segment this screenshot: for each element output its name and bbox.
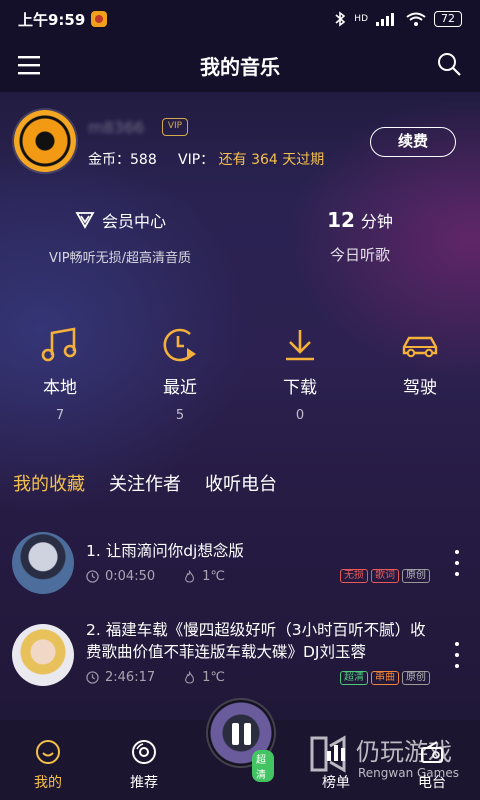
member-center-label: 会员中心 [101, 212, 166, 231]
song-tags: 超清 串曲 原创 [340, 671, 430, 685]
avatar[interactable] [14, 110, 76, 172]
download-icon [286, 330, 314, 361]
page-title: 我的音乐 [200, 54, 280, 79]
quick-access: 本地 7 最近 5 下载 0 驾驶 [0, 325, 480, 435]
vip-days: 364 [251, 152, 278, 168]
smile-icon [36, 740, 60, 764]
quick-item-label: 驾驶 [403, 378, 437, 398]
flame-icon [185, 670, 195, 683]
listen-minutes: 12 [327, 208, 355, 232]
coins-balance: 金币：588 [88, 149, 157, 169]
clock-play-icon [163, 328, 196, 362]
pause-icon [232, 723, 252, 745]
chart-icon [327, 745, 345, 761]
quick-item-label: 最近 [163, 378, 197, 398]
player-quality-badge: 超清 [252, 750, 274, 782]
clock-icon [86, 570, 99, 583]
song-cover [12, 624, 74, 686]
bluetooth-icon [335, 11, 346, 27]
song-list-item[interactable]: 2. 福建车载《慢四超级好听（3小时百听不腻）收费歌曲价值不菲连版车载大碟》DJ… [0, 618, 480, 696]
disc-icon [132, 740, 156, 764]
member-center-subtitle: VIP畅听无损/超高清音质 [49, 251, 191, 266]
nav-recommend[interactable]: 推荐 [104, 738, 184, 792]
stats-section: 会员中心 VIP畅听无损/超高清音质 12 分钟 今日听歌 [0, 200, 480, 290]
nav-mine[interactable]: 我的 [8, 738, 88, 792]
profile-section: m8366 VIP 金币：588 VIP： 还有 364 天过期 续费 [0, 92, 480, 192]
renew-button[interactable]: 续费 [370, 127, 456, 157]
flame-icon [185, 569, 195, 582]
status-bar: 上午9:59 HD 72 [0, 0, 480, 38]
wifi-icon [406, 12, 426, 26]
song-meta: 0:04:50 1℃ [86, 569, 225, 584]
nav-label: 榜单 [322, 775, 350, 791]
song-heat: 1℃ [202, 670, 225, 685]
tag-original: 原创 [402, 569, 430, 583]
tab-following[interactable]: 关注作者 [109, 470, 181, 510]
coins-value: 588 [130, 152, 157, 168]
tag-hq: 超清 [340, 671, 368, 685]
member-center-header: 会员中心 [74, 208, 166, 232]
quick-item-drive[interactable]: 驾驶 [360, 325, 480, 435]
song-meta: 2:46:17 1℃ [86, 670, 225, 685]
song-heat: 1℃ [202, 569, 225, 584]
coins-label: 金币： [88, 152, 130, 168]
song-duration: 2:46:17 [105, 670, 156, 685]
song-cover [12, 532, 74, 594]
song-list-item[interactable]: 1. 让雨滴问你dj想念版 0:04:50 1℃ 无损 歌词 原创 [0, 528, 480, 596]
quick-item-label: 本地 [43, 378, 77, 398]
mini-player-button[interactable]: 超清 [206, 698, 276, 782]
song-duration: 0:04:50 [105, 569, 156, 584]
clock-icon [86, 671, 99, 684]
status-icons: HD 72 [334, 11, 462, 27]
tab-radio[interactable]: 收听电台 [205, 470, 277, 510]
vip-badge-icon: VIP [162, 118, 188, 136]
top-bar: 我的音乐 [0, 38, 480, 92]
quick-item-count: 5 [175, 408, 185, 423]
vip-expiry: VIP： 还有 364 天过期 [178, 149, 324, 169]
app-notification-icon [91, 11, 108, 27]
listen-today-card[interactable]: 12 分钟 今日听歌 [240, 208, 480, 265]
status-time: 上午9:59 [18, 10, 86, 29]
tag-lyrics: 歌词 [371, 569, 399, 583]
vip-diamond-icon [75, 212, 95, 229]
nav-radio[interactable]: 电台 [392, 738, 472, 792]
nav-chart[interactable]: 榜单 [296, 738, 376, 792]
music-note-icon [41, 327, 77, 362]
menu-icon[interactable] [18, 53, 42, 77]
nav-label: 推荐 [130, 775, 158, 791]
tag-medley: 串曲 [371, 671, 399, 685]
network-type-label: HD [354, 14, 368, 24]
tag-lossless: 无损 [340, 569, 368, 583]
song-title: 2. 福建车载《慢四超级好听（3小时百听不腻）收费歌曲价值不菲连版车载大碟》DJ… [86, 621, 426, 661]
song-tags: 无损 歌词 原创 [340, 569, 430, 583]
quick-item-count: 7 [55, 408, 65, 423]
listen-today-subtitle: 今日听歌 [329, 246, 390, 264]
more-options-icon[interactable] [454, 550, 460, 576]
vip-suffix: 天过期 [282, 152, 325, 168]
radio-icon [421, 741, 443, 763]
signal-icon [376, 13, 394, 26]
car-icon [402, 336, 438, 358]
quick-item-download[interactable]: 下载 0 [240, 325, 360, 435]
username: m8366 [88, 118, 145, 137]
listen-today-header: 12 分钟 [240, 208, 480, 232]
quick-item-recent[interactable]: 最近 5 [120, 325, 240, 435]
collection-tabs: 我的收藏 关注作者 收听电台 [0, 470, 480, 510]
more-options-icon[interactable] [454, 642, 460, 668]
quick-item-count: 0 [295, 408, 305, 423]
song-title: 1. 让雨滴问你dj想念版 [86, 542, 244, 560]
search-icon[interactable] [436, 51, 462, 77]
vip-label: VIP： [178, 152, 215, 168]
listen-unit: 分钟 [360, 212, 393, 231]
tag-original: 原创 [402, 671, 430, 685]
quick-item-label: 下载 [283, 378, 317, 398]
member-center-card[interactable]: 会员中心 VIP畅听无损/超高清音质 [0, 208, 240, 266]
nav-label: 我的 [34, 775, 62, 791]
tab-favorites[interactable]: 我的收藏 [13, 470, 85, 510]
nav-label: 电台 [418, 775, 446, 791]
vip-prefix: 还有 [218, 152, 247, 168]
quick-item-local[interactable]: 本地 7 [0, 325, 120, 435]
battery-indicator: 72 [434, 11, 462, 27]
